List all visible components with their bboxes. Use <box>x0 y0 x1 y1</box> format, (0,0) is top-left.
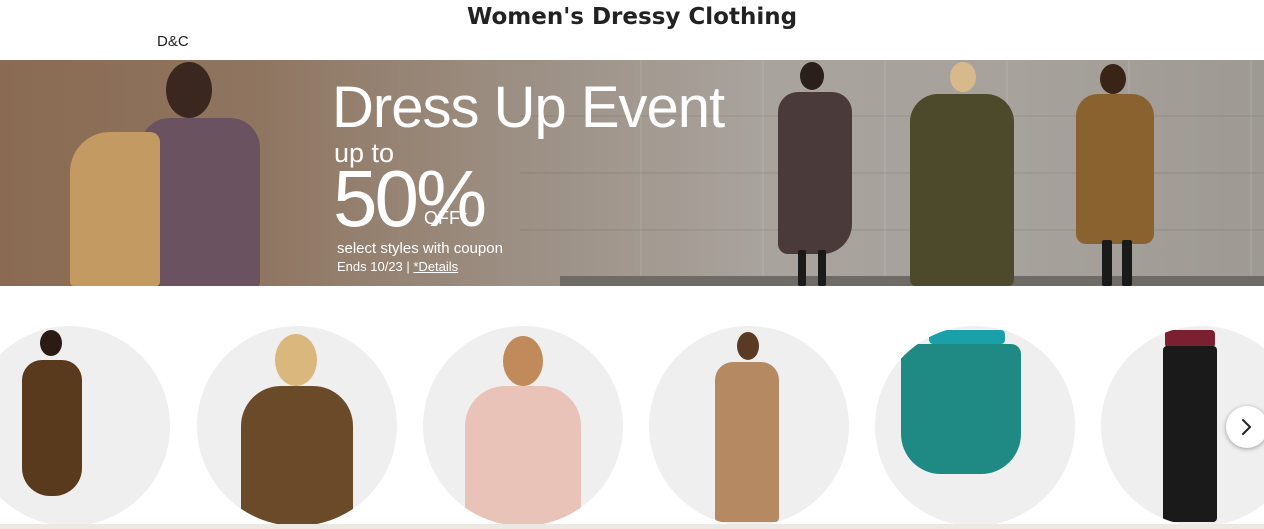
dress-image <box>40 330 62 356</box>
hero-model-2 <box>900 60 1020 286</box>
top-image <box>275 334 317 386</box>
category-skirts[interactable] <box>875 326 1075 526</box>
pants-body <box>1163 346 1217 522</box>
dress-body <box>22 360 82 496</box>
divider <box>0 524 1264 529</box>
chevron-right-icon <box>1242 419 1251 435</box>
hero-model-left <box>70 60 270 286</box>
suit-image <box>737 332 759 360</box>
category-carousel <box>0 322 1264 529</box>
brand-label[interactable]: D&C <box>157 33 189 50</box>
category-tops[interactable] <box>197 326 397 526</box>
category-suits[interactable] <box>649 326 849 526</box>
hero-coupon-text: select styles with coupon <box>337 240 503 257</box>
skirt-image <box>929 330 1005 344</box>
sweater-image <box>503 336 543 386</box>
hero-banner[interactable]: Dress Up Event up to 50% OFF* select sty… <box>0 60 1264 286</box>
category-dresses[interactable] <box>0 326 170 526</box>
suit-body <box>715 362 779 522</box>
page-title: Women's Dressy Clothing <box>466 4 798 30</box>
hero-headline: Dress Up Event <box>332 75 725 140</box>
skirt-body <box>901 344 1021 474</box>
hero-ends-text: Ends 10/23 | *Details <box>337 259 458 274</box>
category-sweaters[interactable] <box>423 326 623 526</box>
details-link[interactable]: *Details <box>413 259 458 274</box>
carousel-next-button[interactable] <box>1226 406 1264 448</box>
hero-off: OFF* <box>424 208 467 228</box>
sweater-body <box>465 386 581 526</box>
hero-model-3 <box>1070 60 1160 286</box>
hero-model-1 <box>772 60 862 286</box>
top-body <box>241 386 353 526</box>
hero-ends-date: Ends 10/23 | <box>337 259 414 274</box>
